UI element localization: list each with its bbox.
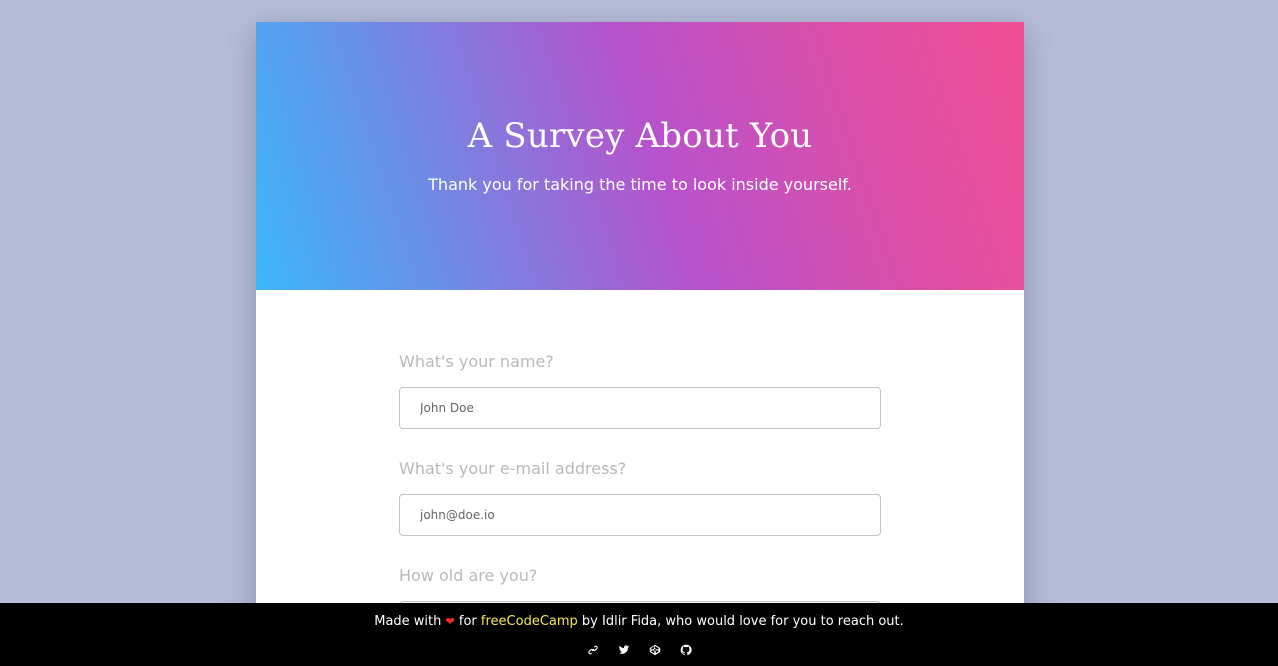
footer-author-text: by Idlir Fida, who would love for you to… bbox=[581, 614, 904, 629]
age-label: How old are you? bbox=[399, 566, 538, 585]
hero-header: A Survey About You Thank you for taking … bbox=[256, 22, 1024, 290]
footer: Made with ❤ for freeCodeCamp by Idlir Fi… bbox=[0, 603, 1278, 666]
email-input[interactable] bbox=[399, 494, 881, 536]
twitter-icon[interactable] bbox=[616, 642, 632, 658]
page-title: A Survey About You bbox=[467, 116, 813, 156]
freecodecamp-link[interactable]: freeCodeCamp bbox=[481, 614, 578, 629]
heart-icon: ❤ bbox=[445, 615, 455, 628]
page-subtitle: Thank you for taking the time to look in… bbox=[428, 175, 852, 194]
footer-credit: Made with ❤ for freeCodeCamp by Idlir Fi… bbox=[0, 614, 1278, 630]
name-input[interactable] bbox=[399, 387, 881, 429]
social-links bbox=[0, 642, 1278, 658]
email-field-group: What's your e-mail address? bbox=[399, 459, 881, 536]
link-icon[interactable] bbox=[585, 642, 601, 658]
survey-card: A Survey About You Thank you for taking … bbox=[256, 22, 1024, 666]
name-label: What's your name? bbox=[399, 352, 554, 371]
github-icon[interactable] bbox=[678, 642, 694, 658]
codepen-icon[interactable] bbox=[647, 642, 663, 658]
email-label: What's your e-mail address? bbox=[399, 459, 627, 478]
name-field-group: What's your name? bbox=[399, 352, 881, 429]
footer-made-with: Made with bbox=[374, 614, 442, 629]
footer-for: for bbox=[458, 614, 477, 629]
